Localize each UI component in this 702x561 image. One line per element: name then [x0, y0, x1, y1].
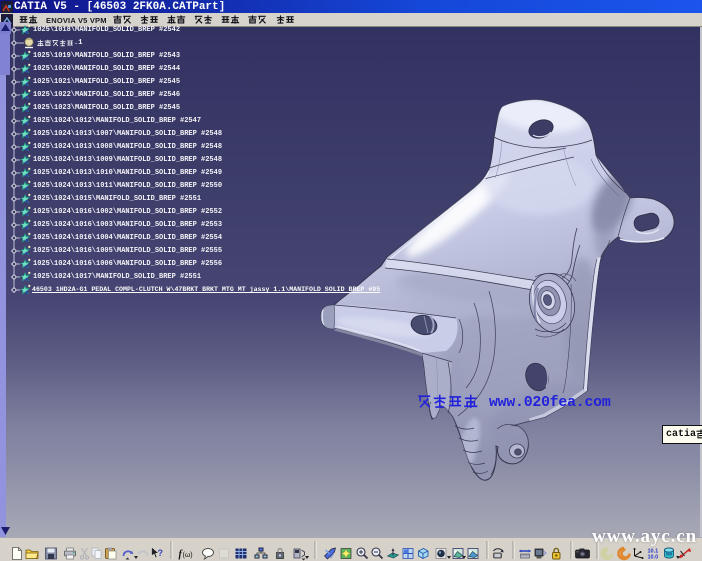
- svg-text:?: ?: [158, 548, 164, 558]
- svg-text:10.0: 10.0: [648, 555, 659, 561]
- svg-text:(ω): (ω): [183, 552, 193, 559]
